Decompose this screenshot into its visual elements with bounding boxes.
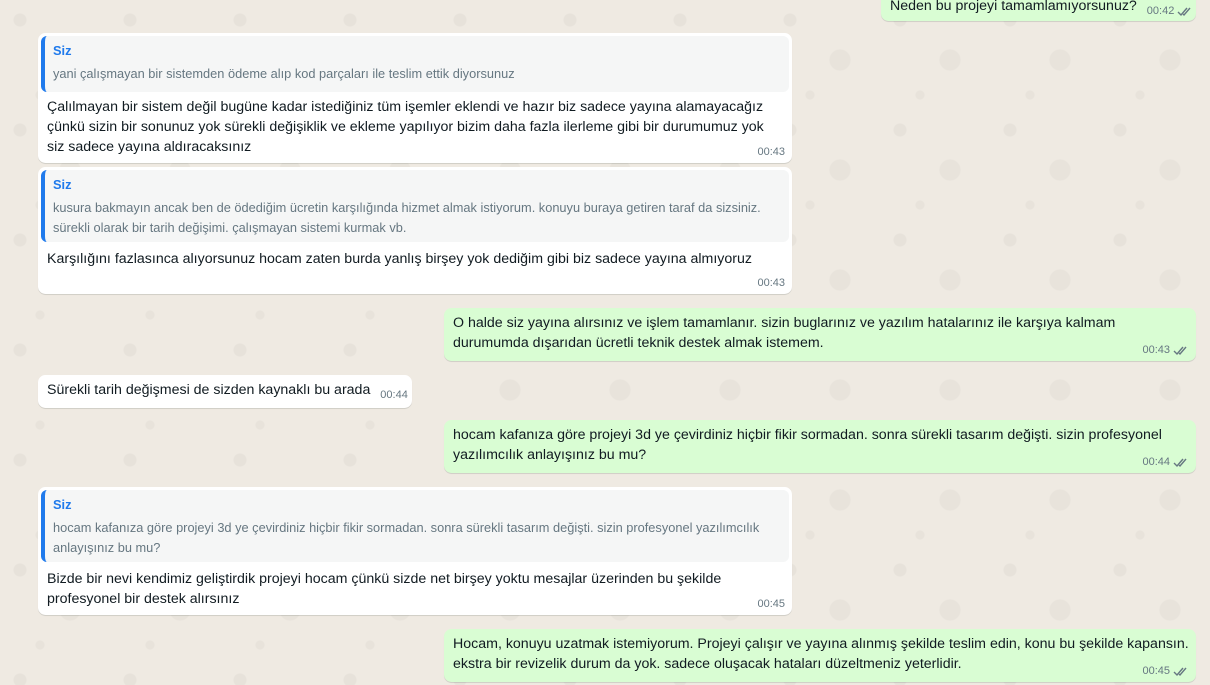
incoming-message[interactable]: Siz yani çalışmayan bir sistemden ödeme …: [38, 33, 792, 163]
message-time: 00:44: [380, 389, 408, 401]
quote-author: Siz: [53, 43, 72, 58]
message-time: 00:45: [757, 598, 785, 610]
outgoing-message[interactable]: Hocam, konuyu uzatmak istemiyorum. Proje…: [444, 629, 1196, 682]
message-meta: 00:43: [757, 276, 785, 291]
message-text: Çalılmayan bir sistem değil bugüne kadar…: [47, 99, 764, 155]
outgoing-message[interactable]: O halde siz yayına alırsınız ve işlem ta…: [444, 308, 1196, 361]
incoming-message[interactable]: Siz hocam kafanıza göre projeyi 3d ye çe…: [38, 487, 792, 615]
quote-author: Siz: [53, 177, 72, 192]
message-text: O halde siz yayına alırsınız ve işlem ta…: [453, 315, 1116, 351]
message-time: 00:42: [1146, 5, 1175, 17]
message-text: Bizde bir nevi kendimiz geliştirdik proj…: [47, 571, 722, 607]
quoted-message[interactable]: Siz kusura bakmayın ancak ben de ödediği…: [41, 170, 789, 242]
outgoing-message[interactable]: hocam kafanıza göre projeyi 3d ye çevird…: [444, 420, 1196, 473]
double-check-icon: [1173, 666, 1189, 677]
double-check-icon: [1173, 457, 1189, 468]
message-meta: 00:43: [757, 145, 785, 160]
double-check-icon: [1177, 6, 1193, 17]
quoted-message[interactable]: Siz hocam kafanıza göre projeyi 3d ye çe…: [41, 490, 789, 562]
quote-author: Siz: [53, 497, 72, 512]
message-text: hocam kafanıza göre projeyi 3d ye çevird…: [453, 427, 1162, 463]
incoming-message[interactable]: Siz kusura bakmayın ancak ben de ödediği…: [38, 167, 792, 294]
outgoing-message[interactable]: Neden bu projeyi tamamlamıyorsunuz? 00:4…: [881, 0, 1196, 21]
quote-text: hocam kafanıza göre projeyi 3d ye çevird…: [53, 520, 760, 555]
quoted-message[interactable]: Siz yani çalışmayan bir sistemden ödeme …: [41, 36, 789, 92]
message-meta: 00:45: [757, 597, 785, 612]
message-time: 00:43: [1142, 344, 1170, 356]
message-time: 00:43: [757, 146, 785, 158]
quote-text: yani çalışmayan bir sistemden ödeme alıp…: [53, 66, 515, 81]
message-meta: 00:42: [1147, 4, 1194, 19]
message-list: Neden bu projeyi tamamlamıyorsunuz? 00:4…: [0, 0, 1210, 685]
message-time: 00:45: [1142, 665, 1170, 677]
message-meta: 00:43: [1142, 343, 1189, 358]
message-meta: 00:44: [380, 388, 408, 403]
message-time: 00:44: [1142, 456, 1170, 468]
incoming-message[interactable]: Sürekli tarih değişmesi de sizden kaynak…: [38, 375, 412, 408]
message-text: Karşılığını fazlasınca alıyorsunuz hocam…: [47, 251, 752, 267]
message-text: Hocam, konuyu uzatmak istemiyorum. Proje…: [453, 636, 1189, 672]
quote-text: kusura bakmayın ancak ben de ödediğim üc…: [53, 200, 761, 235]
message-text: Neden bu projeyi tamamlamıyorsunuz?: [890, 0, 1137, 14]
double-check-icon: [1173, 345, 1189, 356]
message-meta: 00:44: [1142, 455, 1189, 470]
message-time: 00:43: [757, 277, 785, 289]
message-meta: 00:45: [1142, 664, 1189, 679]
message-text: Sürekli tarih değişmesi de sizden kaynak…: [47, 382, 371, 398]
